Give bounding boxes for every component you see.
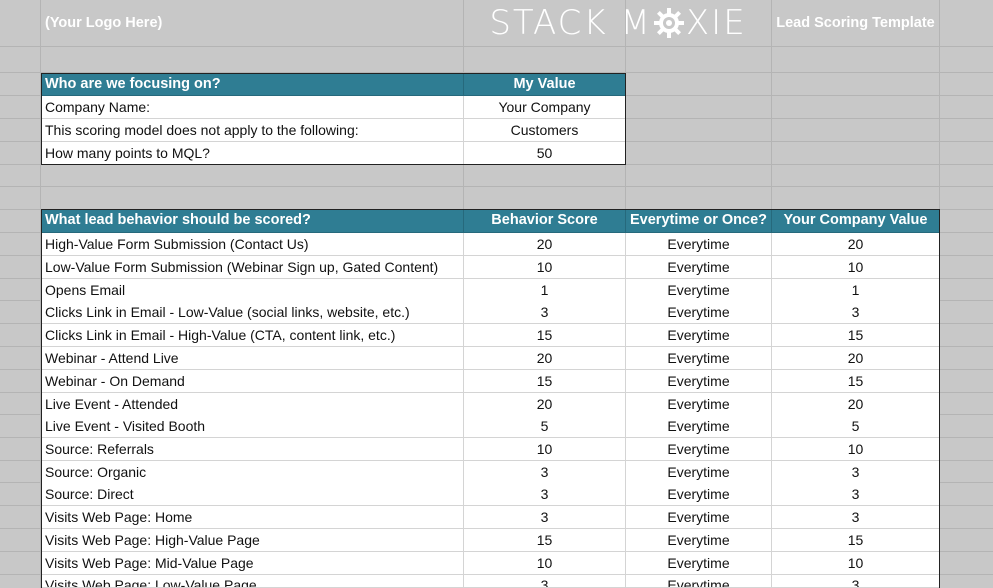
behavior-cell[interactable]: Clicks Link in Email - Low-Value (social… xyxy=(41,301,464,324)
focus-header-question[interactable]: Who are we focusing on? xyxy=(41,73,464,96)
focus-row-label[interactable]: How many points to MQL? xyxy=(41,142,464,165)
focus-header-value[interactable]: My Value xyxy=(464,73,626,96)
company-value-cell[interactable]: 3 xyxy=(772,483,940,506)
score-cell[interactable]: 10 xyxy=(464,256,626,279)
gear-icon xyxy=(653,8,684,38)
brand-name-right: XIE xyxy=(685,3,747,43)
behavior-cell[interactable]: Low-Value Form Submission (Webinar Sign … xyxy=(41,256,464,279)
behavior-cell[interactable]: Visits Web Page: Low-Value Page xyxy=(41,575,464,588)
focus-row-label[interactable]: Company Name: xyxy=(41,96,464,119)
focus-row-value[interactable]: Customers xyxy=(464,119,626,142)
brand-name-left: STACK M xyxy=(489,3,652,43)
focus-row-value[interactable]: Your Company xyxy=(464,96,626,119)
frequency-cell[interactable]: Everytime xyxy=(626,529,772,552)
score-cell[interactable]: 20 xyxy=(464,393,626,416)
behavior-header-behavior[interactable]: What lead behavior should be scored? xyxy=(41,209,464,233)
frequency-cell[interactable]: Everytime xyxy=(626,506,772,529)
company-value-cell[interactable]: 10 xyxy=(772,256,940,279)
behavior-cell[interactable]: Source: Referrals xyxy=(41,438,464,461)
score-cell[interactable]: 1 xyxy=(464,279,626,302)
behavior-cell[interactable]: Webinar - Attend Live xyxy=(41,347,464,370)
company-value-cell[interactable]: 20 xyxy=(772,347,940,370)
behavior-cell[interactable]: High-Value Form Submission (Contact Us) xyxy=(41,233,464,256)
score-cell[interactable]: 3 xyxy=(464,575,626,588)
score-cell[interactable]: 5 xyxy=(464,415,626,438)
frequency-cell[interactable]: Everytime xyxy=(626,370,772,393)
score-cell[interactable]: 3 xyxy=(464,461,626,484)
company-value-cell[interactable]: 3 xyxy=(772,301,940,324)
company-value-cell[interactable]: 20 xyxy=(772,393,940,416)
score-cell[interactable]: 15 xyxy=(464,324,626,347)
behavior-cell[interactable]: Visits Web Page: Home xyxy=(41,506,464,529)
score-cell[interactable]: 3 xyxy=(464,301,626,324)
behavior-cell[interactable]: Visits Web Page: Mid-Value Page xyxy=(41,552,464,575)
frequency-cell[interactable]: Everytime xyxy=(626,552,772,575)
behavior-cell[interactable]: Clicks Link in Email - High-Value (CTA, … xyxy=(41,324,464,347)
behavior-cell[interactable]: Opens Email xyxy=(41,279,464,302)
behavior-cell[interactable]: Source: Direct xyxy=(41,483,464,506)
frequency-cell[interactable]: Everytime xyxy=(626,575,772,588)
score-cell[interactable]: 20 xyxy=(464,347,626,370)
frequency-cell[interactable]: Everytime xyxy=(626,461,772,484)
frequency-cell[interactable]: Everytime xyxy=(626,301,772,324)
company-value-cell[interactable]: 3 xyxy=(772,506,940,529)
template-title[interactable]: Lead Scoring Template xyxy=(772,0,940,47)
behavior-header-score[interactable]: Behavior Score xyxy=(464,209,626,233)
frequency-cell[interactable]: Everytime xyxy=(626,483,772,506)
company-value-cell[interactable]: 3 xyxy=(772,575,940,588)
score-cell[interactable]: 3 xyxy=(464,483,626,506)
company-value-cell[interactable]: 10 xyxy=(772,438,940,461)
spreadsheet-grid: (Your Logo Here) STACK M XIE Lead Scorin… xyxy=(0,0,993,588)
company-value-cell[interactable]: 15 xyxy=(772,529,940,552)
behavior-cell[interactable]: Live Event - Attended xyxy=(41,393,464,416)
grid-line xyxy=(0,186,993,187)
score-cell[interactable]: 10 xyxy=(464,552,626,575)
frequency-cell[interactable]: Everytime xyxy=(626,347,772,370)
frequency-cell[interactable]: Everytime xyxy=(626,324,772,347)
frequency-cell[interactable]: Everytime xyxy=(626,438,772,461)
behavior-cell[interactable]: Source: Organic xyxy=(41,461,464,484)
score-cell[interactable]: 15 xyxy=(464,529,626,552)
company-value-cell[interactable]: 10 xyxy=(772,552,940,575)
focus-row-label[interactable]: This scoring model does not apply to the… xyxy=(41,119,464,142)
company-value-cell[interactable]: 15 xyxy=(772,324,940,347)
focus-row-value[interactable]: 50 xyxy=(464,142,626,165)
company-value-cell[interactable]: 15 xyxy=(772,370,940,393)
company-value-cell[interactable]: 1 xyxy=(772,279,940,302)
score-cell[interactable]: 20 xyxy=(464,233,626,256)
frequency-cell[interactable]: Everytime xyxy=(626,256,772,279)
score-cell[interactable]: 3 xyxy=(464,506,626,529)
logo-placeholder[interactable]: (Your Logo Here) xyxy=(41,0,464,47)
company-value-cell[interactable]: 5 xyxy=(772,415,940,438)
company-value-cell[interactable]: 3 xyxy=(772,461,940,484)
brand-logo: STACK M XIE xyxy=(464,0,772,46)
behavior-cell[interactable]: Visits Web Page: High-Value Page xyxy=(41,529,464,552)
behavior-header-frequency[interactable]: Everytime or Once? xyxy=(626,209,772,233)
score-cell[interactable]: 15 xyxy=(464,370,626,393)
behavior-cell[interactable]: Webinar - On Demand xyxy=(41,370,464,393)
score-cell[interactable]: 10 xyxy=(464,438,626,461)
frequency-cell[interactable]: Everytime xyxy=(626,233,772,256)
frequency-cell[interactable]: Everytime xyxy=(626,415,772,438)
company-value-cell[interactable]: 20 xyxy=(772,233,940,256)
frequency-cell[interactable]: Everytime xyxy=(626,393,772,416)
behavior-cell[interactable]: Live Event - Visited Booth xyxy=(41,415,464,438)
frequency-cell[interactable]: Everytime xyxy=(626,279,772,302)
behavior-header-company[interactable]: Your Company Value xyxy=(772,209,940,233)
